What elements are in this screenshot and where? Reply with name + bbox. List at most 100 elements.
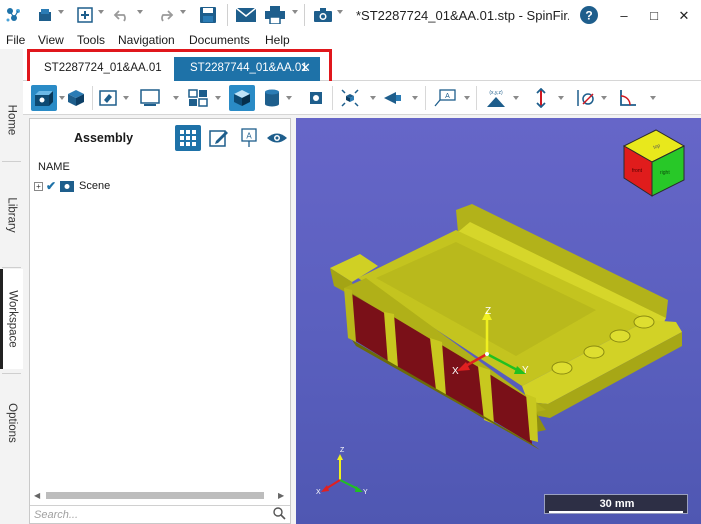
menu-help[interactable]: Help (265, 33, 290, 47)
svg-text:A: A (246, 132, 252, 141)
side-tab-library[interactable]: Library (0, 165, 23, 265)
visibility-checkbox[interactable]: ✔ (46, 180, 57, 192)
separator (425, 86, 426, 110)
angle-dropdown[interactable] (650, 96, 656, 100)
3d-viewport[interactable]: top front right Z Y X Z Y X 30 mm (296, 118, 701, 524)
display-icon[interactable] (137, 85, 163, 111)
app-window: *ST2287724_01&AA.01.stp - SpinFir... ? –… (0, 0, 701, 524)
scale-line (549, 511, 683, 513)
minimize-button[interactable]: – (607, 0, 641, 31)
print-dropdown[interactable] (292, 10, 298, 14)
divider (2, 267, 21, 268)
scale-bar: 30 mm (544, 494, 688, 514)
print-icon[interactable] (264, 5, 286, 25)
svg-text:A: A (445, 93, 450, 100)
menu-tools[interactable]: Tools (77, 33, 105, 47)
measure-dropdown[interactable] (558, 96, 564, 100)
axis-x-label: X (452, 366, 459, 377)
menu-bar: File View Tools Navigation Documents Hel… (0, 31, 701, 49)
explode-icon[interactable] (337, 85, 363, 111)
menu-file[interactable]: File (6, 33, 25, 47)
redo-icon[interactable] (155, 5, 175, 25)
section-dropdown[interactable] (412, 96, 418, 100)
undo-icon[interactable] (112, 5, 132, 25)
gear-icon[interactable] (303, 85, 329, 111)
coordinate-dropdown[interactable] (513, 96, 519, 100)
assembly-view-icon[interactable] (31, 85, 57, 111)
annotation-panel-icon[interactable]: A (236, 125, 262, 151)
save-icon[interactable] (198, 5, 218, 25)
screenshot-dropdown[interactable] (337, 10, 343, 14)
side-tab-label: Options (5, 403, 18, 443)
panel-title: Assembly (74, 131, 134, 145)
visibility-eye-icon[interactable] (264, 125, 290, 151)
side-tab-label: Library (5, 197, 18, 233)
horizontal-scrollbar[interactable]: ◀ ▶ (34, 491, 286, 500)
triad-z-label: Z (340, 447, 345, 454)
paint-dropdown[interactable] (123, 96, 129, 100)
layout-grid-icon[interactable] (185, 85, 211, 111)
close-button[interactable]: ✕ (667, 0, 701, 31)
redo-dropdown[interactable] (180, 10, 186, 14)
cube-icon[interactable] (63, 85, 89, 111)
triad-x-label: X (316, 489, 321, 496)
tree-item-label: Scene (79, 180, 111, 192)
edit-icon[interactable] (206, 125, 232, 151)
save-as-icon[interactable] (36, 5, 54, 25)
highlight-annotation (27, 49, 332, 85)
3d-model[interactable] (330, 204, 682, 450)
separator (92, 86, 93, 110)
grid-view-icon[interactable] (175, 125, 201, 151)
search-box (30, 505, 290, 523)
divider (2, 161, 21, 162)
cylinder-icon[interactable] (259, 85, 285, 111)
help-icon[interactable]: ? (579, 5, 599, 25)
assembly-panel: Assembly A NAME + ✔ Scene ◀ ▶ (29, 118, 291, 524)
side-tab-workspace[interactable]: Workspace (0, 269, 23, 369)
divider (2, 373, 21, 374)
search-input[interactable] (34, 508, 264, 522)
main-toolbar: A (x,y,z) (23, 81, 701, 115)
measure-angle-icon[interactable] (615, 85, 641, 111)
screenshot-icon[interactable] (313, 5, 333, 25)
undo-dropdown[interactable] (137, 10, 143, 14)
window-title: *ST2287724_01&AA.01.stp - SpinFir... (356, 8, 569, 23)
tree-item[interactable]: + ✔ Scene (34, 179, 110, 193)
separator (332, 86, 333, 110)
solid-view-icon[interactable] (229, 85, 255, 111)
expand-toggle[interactable]: + (34, 181, 43, 191)
menu-navigation[interactable]: Navigation (118, 33, 175, 47)
separator (227, 4, 228, 26)
paint-bucket-icon[interactable] (95, 85, 121, 111)
mail-icon[interactable] (235, 5, 257, 25)
section-view-icon[interactable] (379, 85, 405, 111)
coordinate-point-icon[interactable]: (x,y,z) (483, 85, 509, 111)
annotation-icon[interactable]: A (432, 85, 458, 111)
scroll-right-icon[interactable]: ▶ (278, 491, 284, 500)
scroll-left-icon[interactable]: ◀ (34, 491, 40, 500)
cylinder-dropdown[interactable] (286, 96, 292, 100)
explode-dropdown[interactable] (370, 96, 376, 100)
measure-radius-icon[interactable] (572, 85, 598, 111)
search-icon[interactable] (273, 507, 286, 523)
scroll-thumb[interactable] (46, 492, 264, 499)
title-bar: *ST2287724_01&AA.01.stp - SpinFir... ? –… (0, 0, 701, 31)
svg-text:?: ? (585, 9, 592, 23)
side-tab-label: Workspace (7, 290, 19, 348)
display-dropdown[interactable] (173, 96, 179, 100)
side-tab-options[interactable]: Options (0, 375, 23, 471)
view-cube[interactable]: top front right (622, 129, 686, 197)
add-icon[interactable] (76, 5, 94, 25)
side-tab-home[interactable]: Home (0, 81, 23, 159)
measure-distance-icon[interactable] (528, 85, 554, 111)
layout-dropdown[interactable] (215, 96, 221, 100)
menu-documents[interactable]: Documents (189, 33, 250, 47)
radius-dropdown[interactable] (601, 96, 607, 100)
triad-y-label: Y (363, 489, 368, 496)
logo-icon[interactable] (3, 5, 25, 25)
menu-view[interactable]: View (38, 33, 64, 47)
annotation-dropdown[interactable] (464, 96, 470, 100)
add-dropdown[interactable] (98, 10, 104, 14)
save-as-dropdown[interactable] (58, 10, 64, 14)
maximize-button[interactable]: □ (637, 0, 671, 31)
